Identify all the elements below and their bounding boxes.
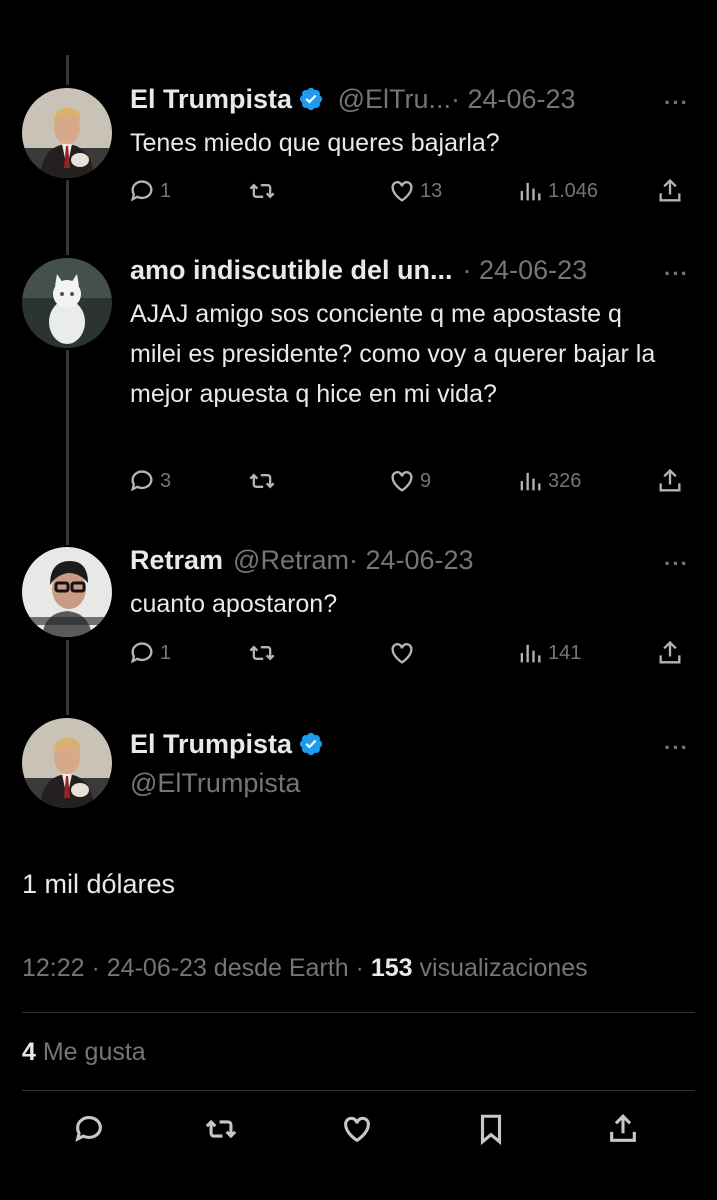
main-tweet-text: 1 mil dólares: [22, 869, 176, 899]
views-count: 141: [548, 641, 582, 664]
tweet-header: amo indiscutible del un... · 24-06-23: [130, 257, 587, 284]
retweet-button[interactable]: [204, 1112, 238, 1151]
tweet-metadata: 12:22 · 24-06-23 desde Earth · 153 visua…: [22, 954, 588, 983]
avatar[interactable]: [22, 258, 112, 348]
bookmark-icon: [480, 1114, 502, 1146]
like-button[interactable]: 9: [388, 467, 431, 495]
reply-icon: [75, 1116, 102, 1142]
bookmark-button[interactable]: [474, 1112, 508, 1151]
more-icon[interactable]: ···: [664, 90, 689, 116]
handle[interactable]: @ElTru...: [338, 84, 451, 114]
like-count: 13: [420, 179, 443, 202]
share-button[interactable]: [656, 639, 684, 667]
reply-icon: [130, 180, 153, 202]
more-icon[interactable]: ···: [664, 551, 689, 577]
timestamp[interactable]: · 24-06-23: [463, 255, 588, 285]
views-icon: [520, 644, 541, 663]
share-button[interactable]: [606, 1112, 640, 1151]
divider: [22, 1090, 695, 1091]
tweet-header: Retram @Retram· 24-06-23: [130, 547, 474, 574]
retweet-icon: [249, 183, 275, 199]
tweet-text: AJAJ amigo sos conciente q me apostaste …: [130, 300, 656, 408]
reply-button[interactable]: [72, 1112, 106, 1151]
thread-line: [66, 640, 69, 715]
views-button[interactable]: 326: [516, 467, 581, 495]
views-count: 1.046: [548, 179, 599, 202]
views-count: 153: [370, 954, 413, 982]
reply-icon: [130, 642, 153, 664]
reply-count: 1: [160, 179, 172, 202]
views-button[interactable]: 141: [516, 639, 581, 667]
likes-row[interactable]: 4 Me gusta: [22, 1038, 146, 1067]
display-name[interactable]: amo indiscutible del un...: [130, 255, 453, 285]
avatar[interactable]: [22, 547, 112, 637]
views-button[interactable]: 1.046: [516, 177, 598, 205]
views-label: visualizaciones: [419, 954, 588, 982]
likes-count: 4: [22, 1038, 36, 1066]
like-button[interactable]: [388, 639, 420, 667]
tweet-text: cuanto apostaron?: [130, 590, 338, 618]
share-icon: [610, 1114, 636, 1142]
like-button[interactable]: [340, 1112, 374, 1151]
handle[interactable]: @Retram: [233, 545, 349, 575]
retweet-button[interactable]: [248, 467, 280, 495]
thread-line: [66, 180, 69, 255]
tweet-actions: 1 141: [128, 639, 698, 669]
like-count: 9: [420, 469, 432, 492]
like-icon: [391, 181, 413, 202]
more-icon[interactable]: ···: [664, 261, 689, 287]
like-button[interactable]: 13: [388, 177, 442, 205]
retweet-button[interactable]: [248, 177, 280, 205]
likes-label: Me gusta: [42, 1038, 146, 1066]
avatar[interactable]: [22, 88, 112, 178]
tweet-text: Tenes miedo que queres bajarla?: [130, 129, 500, 157]
reply-button[interactable]: 1: [128, 177, 171, 205]
reply-button[interactable]: 3: [128, 467, 171, 495]
like-icon: [391, 643, 413, 664]
avatar[interactable]: [22, 718, 112, 808]
tweet-header: El Trumpista @ElTru...· 24-06-23: [130, 86, 576, 113]
share-icon: [659, 178, 681, 202]
handle[interactable]: @ElTrumpista: [130, 770, 300, 797]
like-icon: [391, 471, 413, 492]
timestamp[interactable]: · 24-06-23: [349, 545, 474, 575]
timestamp[interactable]: 12:22 · 24-06-23 desde Earth ·: [22, 954, 364, 982]
thread-line: [66, 350, 69, 545]
reply-count: 3: [160, 469, 172, 492]
like-icon: [344, 1116, 370, 1143]
verified-icon: [299, 87, 323, 111]
main-tweet-actions: [0, 1112, 717, 1152]
reply-count: 1: [160, 641, 172, 664]
thread-line: [66, 55, 69, 85]
main-tweet-header: El Trumpista: [130, 731, 324, 758]
share-button[interactable]: [656, 177, 684, 205]
retweet-button[interactable]: [248, 639, 280, 667]
reply-button[interactable]: 1: [128, 639, 171, 667]
retweet-icon: [249, 645, 275, 661]
verified-icon: [299, 732, 323, 756]
views-icon: [520, 472, 541, 491]
display-name[interactable]: Retram: [130, 545, 223, 575]
share-icon: [659, 640, 681, 664]
tweet-actions: 1 13 1.046: [128, 177, 698, 207]
views-count: 326: [548, 469, 582, 492]
retweet-icon: [249, 473, 275, 489]
tweet-actions: 3 9 326: [128, 467, 698, 497]
retweet-icon: [205, 1119, 237, 1139]
share-icon: [659, 468, 681, 492]
share-button[interactable]: [656, 467, 684, 495]
reply-icon: [130, 470, 153, 492]
views-icon: [520, 182, 541, 201]
display-name[interactable]: El Trumpista: [130, 729, 292, 759]
timestamp[interactable]: · 24-06-23: [451, 84, 576, 114]
more-icon[interactable]: ···: [664, 735, 689, 761]
display-name[interactable]: El Trumpista: [130, 84, 292, 114]
divider: [22, 1012, 695, 1013]
